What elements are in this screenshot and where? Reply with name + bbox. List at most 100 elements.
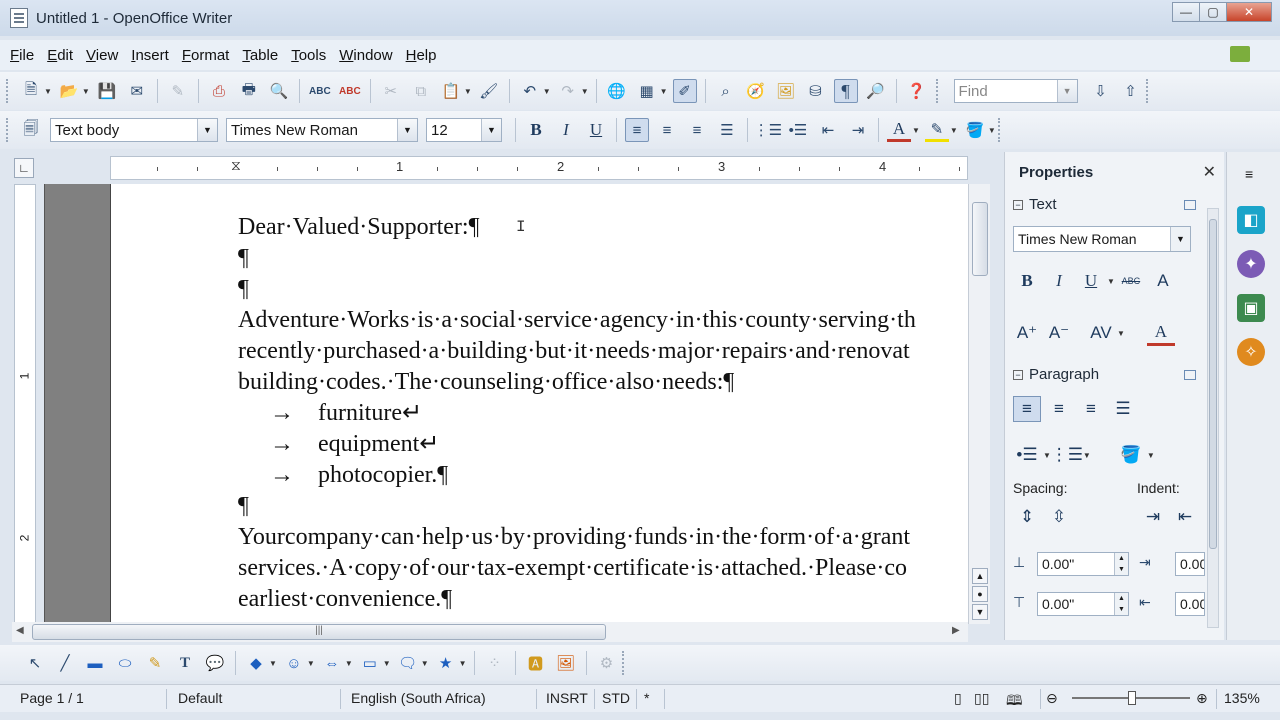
menu-tools[interactable]: Tools: [291, 47, 326, 64]
symbol-shapes-icon[interactable]: ☺: [282, 651, 306, 675]
paragraph-background-dropdown-arrow[interactable]: ▼: [1147, 451, 1155, 460]
extrusion-icon[interactable]: ⚙: [595, 651, 619, 675]
paragraph-style-dropdown-arrow[interactable]: ▼: [197, 119, 217, 141]
scroll-left-icon[interactable]: ◀: [16, 625, 24, 636]
zoom-slider-handle[interactable]: [1128, 691, 1136, 705]
sidebar-align-center-icon[interactable]: ≡: [1045, 396, 1073, 422]
cut-icon[interactable]: ✂: [379, 79, 403, 103]
vertical-scrollbar[interactable]: ▲ ● ▼: [968, 184, 990, 624]
toolbar-grip[interactable]: [935, 79, 940, 103]
below-spacing-spinbox[interactable]: 0.00" ▲ ▼: [1037, 592, 1129, 616]
ellipse-icon[interactable]: ⬭: [113, 651, 137, 675]
single-page-view-icon[interactable]: ▯: [954, 690, 962, 707]
sidebar-increase-indent-icon[interactable]: ⇥: [1139, 504, 1167, 530]
character-spacing-icon[interactable]: AV: [1087, 320, 1115, 346]
increase-spacing-icon[interactable]: ⇕: [1013, 504, 1041, 530]
align-left-icon[interactable]: ≡: [625, 118, 649, 142]
increase-indent-icon[interactable]: ⇥: [846, 118, 870, 142]
undo-dropdown-arrow[interactable]: ▼: [543, 87, 551, 96]
collapse-icon[interactable]: −: [1013, 199, 1023, 210]
highlighting-icon[interactable]: ✎: [924, 118, 949, 142]
undo-icon[interactable]: ↶: [518, 79, 542, 103]
decrease-indent-icon[interactable]: ⇤: [816, 118, 840, 142]
menu-table[interactable]: Table: [242, 47, 278, 64]
paste-icon[interactable]: 📋: [439, 79, 463, 103]
sidebar-bullets-icon[interactable]: •☰: [1013, 442, 1041, 468]
shadow-icon[interactable]: A: [1149, 268, 1177, 294]
redo-dropdown-arrow[interactable]: ▼: [581, 87, 589, 96]
find-previous-icon[interactable]: ⇧: [1119, 79, 1143, 103]
bullets-icon[interactable]: •☰: [786, 118, 810, 142]
maximize-button[interactable]: ▢: [1199, 2, 1227, 22]
find-replace-icon[interactable]: ⌕: [714, 79, 738, 103]
clone-formatting-icon[interactable]: 🖌: [477, 79, 501, 103]
export-pdf-icon[interactable]: ⎙: [207, 79, 231, 103]
sidebar-justify-icon[interactable]: ☰: [1109, 396, 1137, 422]
zoom-in-icon[interactable]: ⊕: [1196, 690, 1208, 707]
zoom-icon[interactable]: 🔎: [864, 79, 888, 103]
sidebar-close-icon[interactable]: ✕: [1203, 162, 1216, 182]
formatting-marks-icon[interactable]: ¶: [833, 79, 858, 103]
previous-page-button[interactable]: ▲: [972, 568, 988, 584]
toolbar-grip[interactable]: [621, 651, 626, 675]
italic-icon[interactable]: I: [554, 118, 578, 142]
navigator-deck-icon[interactable]: ✧: [1237, 338, 1265, 366]
align-center-icon[interactable]: ≡: [655, 118, 679, 142]
strikethrough-icon[interactable]: ABC: [1117, 268, 1145, 294]
bullets-dropdown-arrow[interactable]: ▼: [1043, 451, 1051, 460]
numbering-icon[interactable]: ⋮☰: [754, 118, 782, 142]
sidebar-font-dropdown-arrow[interactable]: ▼: [1170, 227, 1190, 251]
document-text[interactable]: Dear·Valued·Supporter:¶ ¶ ¶ Adventure·Wo…: [238, 212, 916, 615]
line-icon[interactable]: ╱: [53, 651, 77, 675]
new-document-icon[interactable]: 🗎: [19, 79, 43, 103]
font-color-dropdown-arrow[interactable]: ▼: [912, 126, 920, 135]
next-page-button[interactable]: ▼: [972, 604, 988, 620]
paragraph-more-options-icon[interactable]: [1184, 370, 1196, 380]
print-preview-icon[interactable]: 🔍: [267, 79, 291, 103]
block-arrows-icon[interactable]: ⇔: [320, 651, 344, 675]
block-arrows-dropdown-arrow[interactable]: ▼: [345, 659, 353, 668]
table-dropdown-arrow[interactable]: ▼: [660, 87, 668, 96]
selection-mode[interactable]: STD: [602, 690, 630, 706]
callout-shapes-icon[interactable]: 🗨: [396, 651, 420, 675]
sidebar-decrease-indent-icon[interactable]: ⇤: [1171, 504, 1199, 530]
show-draw-functions-icon[interactable]: ✐: [672, 79, 697, 103]
help-icon[interactable]: ❓: [905, 79, 929, 103]
text-icon[interactable]: T: [173, 651, 197, 675]
edit-file-icon[interactable]: ✎: [166, 79, 190, 103]
sidebar-menu-icon[interactable]: ≡: [1245, 166, 1253, 182]
find-input[interactable]: Find ▼: [953, 79, 1078, 103]
sidebar-numbering-icon[interactable]: ⋮☰: [1051, 442, 1083, 468]
multi-page-view-icon[interactable]: ▯▯: [974, 690, 989, 707]
horizontal-scrollbar[interactable]: ◀ ||| ▶: [12, 622, 968, 642]
paragraph-background-icon[interactable]: 🪣: [1117, 442, 1145, 468]
above-spacing-spinbox[interactable]: 0.00" ▲ ▼: [1037, 552, 1129, 576]
zoom-level[interactable]: 135%: [1224, 690, 1260, 706]
select-arrow-icon[interactable]: ↖: [23, 651, 47, 675]
font-size-select[interactable]: 12 ▼: [426, 118, 502, 142]
gallery-icon[interactable]: 🖼: [774, 79, 798, 103]
toolbar-grip[interactable]: [6, 118, 10, 142]
after-indent-spinbox[interactable]: 0.00": [1175, 592, 1205, 616]
text-section-header[interactable]: − Text: [1013, 196, 1057, 213]
minimize-button[interactable]: —: [1172, 2, 1200, 22]
freeform-line-icon[interactable]: ✎: [143, 651, 167, 675]
paragraph-style-select[interactable]: Text body ▼: [50, 118, 218, 142]
insert-mode[interactable]: INSRT: [546, 690, 588, 706]
scroll-right-icon[interactable]: ▶: [952, 625, 960, 636]
zoom-out-icon[interactable]: ⊖: [1046, 690, 1058, 707]
indent-marker-icon[interactable]: ⧖: [231, 157, 241, 174]
page-indicator[interactable]: Page 1 / 1: [20, 690, 84, 706]
properties-deck-icon[interactable]: ◧: [1237, 206, 1265, 234]
save-icon[interactable]: 💾: [95, 79, 119, 103]
highlighting-dropdown-arrow[interactable]: ▼: [950, 126, 958, 135]
paragraph-section-header[interactable]: − Paragraph: [1013, 366, 1099, 383]
sidebar-bold-icon[interactable]: B: [1013, 268, 1041, 294]
decrease-font-icon[interactable]: A⁻: [1045, 320, 1073, 346]
increase-font-icon[interactable]: A⁺: [1013, 320, 1041, 346]
document-page[interactable]: Dear·Valued·Supporter:¶ ¶ ¶ Adventure·Wo…: [110, 184, 968, 624]
basic-shapes-icon[interactable]: ◆: [244, 651, 268, 675]
sidebar-font-name-select[interactable]: Times New Roman ▼: [1013, 226, 1191, 252]
find-next-icon[interactable]: ⇩: [1089, 79, 1113, 103]
language-indicator[interactable]: English (South Africa): [351, 690, 486, 706]
